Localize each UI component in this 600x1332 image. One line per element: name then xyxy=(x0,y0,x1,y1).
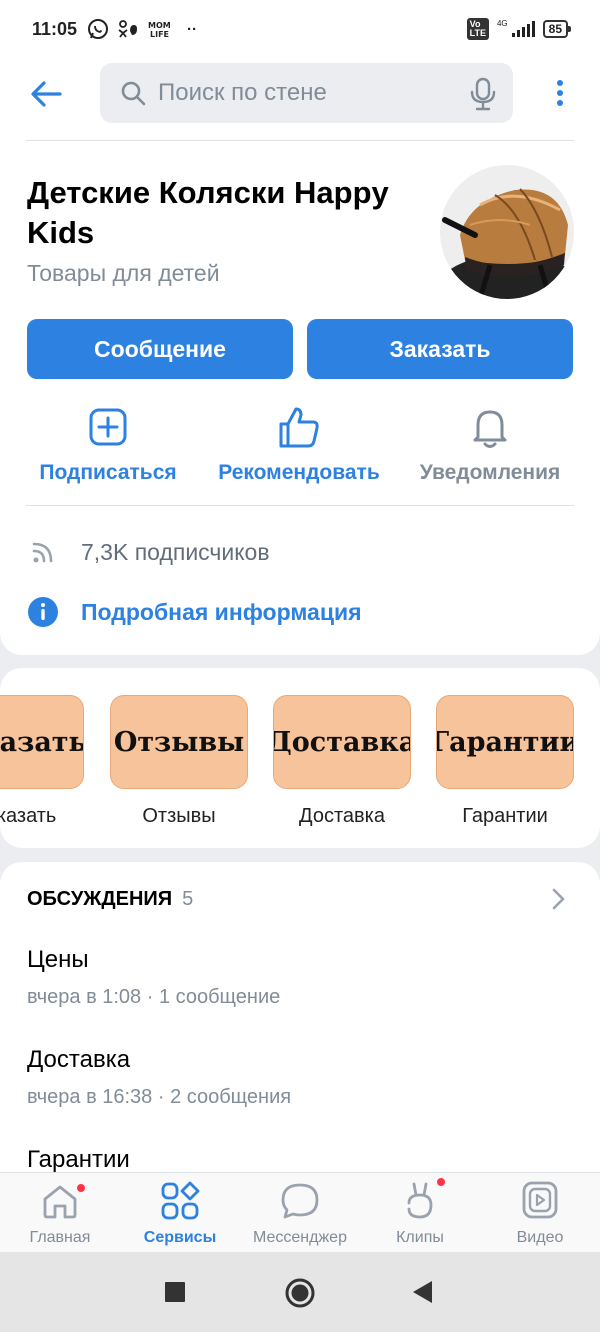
menu-item-order[interactable]: Заказать Заказать xyxy=(0,695,84,828)
chevron-right-icon[interactable] xyxy=(548,886,568,912)
back-triangle-icon[interactable] xyxy=(410,1278,434,1306)
whatsapp-icon xyxy=(88,19,109,39)
recommend-label: Рекомендовать xyxy=(218,461,380,484)
details-link: Подробная информация xyxy=(81,598,362,625)
discussions-header[interactable]: ОБСУЖДЕНИЯ 5 xyxy=(27,888,193,911)
volte-badge: Vo LTE xyxy=(466,18,489,40)
home-icon xyxy=(43,1185,77,1219)
menu-tile: Отзывы xyxy=(110,695,248,789)
notification-dot xyxy=(436,1177,446,1187)
menu-label: Гарантии xyxy=(462,805,548,827)
discussion-title: Гарантии xyxy=(27,1146,130,1173)
bottom-tab-bar: Главная Сервисы Мессенджер Клипы Видео xyxy=(0,1172,600,1252)
info-icon xyxy=(28,597,58,627)
bell-icon xyxy=(473,410,507,448)
search-icon xyxy=(121,81,146,106)
menu-label: Доставка xyxy=(299,805,385,827)
discussion-item[interactable]: Гарантии xyxy=(27,1146,130,1174)
microphone-icon[interactable] xyxy=(469,77,497,111)
divider xyxy=(26,505,574,506)
svg-text:MOM LIFE: MOM LIFE xyxy=(148,21,173,30)
subscribers-row[interactable]: 7,3K подписчиков xyxy=(27,536,270,568)
group-menu-card: Заказать Заказать Отзывы Отзывы Доставка… xyxy=(0,668,600,848)
subscribe-action[interactable]: Подписаться xyxy=(13,403,203,485)
video-icon xyxy=(522,1181,558,1219)
more-dots-icon: ·· xyxy=(187,20,198,38)
discussion-item[interactable]: Цены вчера в 1:08 · 1 сообщение xyxy=(27,946,280,1009)
tab-services[interactable]: Сервисы xyxy=(120,1181,240,1247)
menu-item-reviews[interactable]: Отзывы Отзывы xyxy=(110,695,248,828)
discussion-item[interactable]: Доставка вчера в 16:38 · 2 сообщения xyxy=(27,1046,291,1109)
tab-label: Клипы xyxy=(396,1229,444,1246)
divider xyxy=(26,140,574,141)
battery-icon: 85 xyxy=(542,20,572,38)
discussions-title: ОБСУЖДЕНИЯ xyxy=(27,888,173,910)
search-input[interactable] xyxy=(158,79,458,107)
status-time: 11:05 xyxy=(32,18,78,39)
discussion-title: Цены xyxy=(27,946,89,973)
stroller-image xyxy=(440,165,574,299)
recommend-action[interactable]: Рекомендовать xyxy=(204,403,394,485)
recents-icon[interactable] xyxy=(164,1278,186,1304)
discussion-meta: вчера в 1:08 · 1 сообщение xyxy=(27,986,281,1008)
wall-search-bar[interactable] xyxy=(100,63,513,123)
notifications-label: Уведомления xyxy=(419,461,561,484)
subscribers-count: 7,3K подписчиков xyxy=(81,538,270,565)
tab-video[interactable]: Видео xyxy=(480,1181,600,1247)
menu-item-delivery[interactable]: Доставка Доставка xyxy=(273,695,411,828)
menu-label: Заказать xyxy=(0,805,57,827)
discussions-count: 5 xyxy=(182,888,194,910)
clips-icon xyxy=(407,1182,433,1219)
notification-dot xyxy=(76,1183,86,1193)
group-category: Товары для детей xyxy=(27,260,220,286)
tab-label: Мессенджер xyxy=(253,1229,347,1246)
system-nav-bar xyxy=(0,1252,600,1332)
momlife-icon: MOM LIFELIFE xyxy=(148,21,173,39)
svg-text:LIFE: LIFE xyxy=(150,30,169,39)
group-header-card: Детские Коляски Happy Kids Товары для де… xyxy=(0,58,600,655)
signal-icon xyxy=(511,21,535,37)
menu-tile: Гарантии xyxy=(436,695,574,789)
menu-label: Отзывы xyxy=(142,805,216,827)
status-app-icons: MOM LIFELIFE ·· xyxy=(87,18,197,40)
discussion-meta: вчера в 16:38 · 2 сообщения xyxy=(27,1086,292,1108)
odnoklassniki-icon xyxy=(118,20,138,38)
tab-label: Главная xyxy=(29,1229,91,1246)
tab-home[interactable]: Главная xyxy=(0,1181,120,1247)
tab-label: Видео xyxy=(516,1229,564,1246)
back-arrow-icon[interactable] xyxy=(28,76,64,112)
network-type: 4G xyxy=(496,18,508,28)
order-button[interactable]: Заказать xyxy=(307,319,573,379)
status-right: Vo LTE 4G 85 xyxy=(466,18,572,40)
group-avatar[interactable] xyxy=(440,165,574,299)
status-bar: 11:05 MOM LIFELIFE ·· VoLTE 4G 85 xyxy=(0,0,600,58)
discussion-title: Доставка xyxy=(27,1046,131,1073)
group-title: Детские Коляски Happy Kids xyxy=(27,175,389,250)
menu-tile: Заказать xyxy=(0,695,84,789)
message-button[interactable]: Сообщение xyxy=(27,319,293,379)
plus-square-icon xyxy=(89,408,127,446)
home-circle-icon[interactable] xyxy=(284,1278,316,1310)
messenger-icon xyxy=(281,1183,319,1219)
services-icon xyxy=(161,1181,200,1220)
menu-tile: Доставка xyxy=(273,695,411,789)
notifications-action[interactable]: Уведомления xyxy=(395,403,585,485)
tab-messenger[interactable]: Мессенджер xyxy=(240,1181,360,1247)
details-row[interactable]: Подробная информация xyxy=(27,596,362,628)
tab-label: Сервисы xyxy=(143,1229,217,1246)
thumbs-up-icon xyxy=(279,407,319,448)
discussions-card: ОБСУЖДЕНИЯ 5 Цены вчера в 1:08 · 1 сообще… xyxy=(0,862,600,1182)
subscribe-label: Подписаться xyxy=(39,461,177,484)
rss-icon xyxy=(32,542,53,563)
menu-item-warranty[interactable]: Гарантии Гарантии xyxy=(436,695,574,828)
more-vertical-icon[interactable] xyxy=(548,78,572,108)
tab-clips[interactable]: Клипы xyxy=(360,1177,480,1247)
